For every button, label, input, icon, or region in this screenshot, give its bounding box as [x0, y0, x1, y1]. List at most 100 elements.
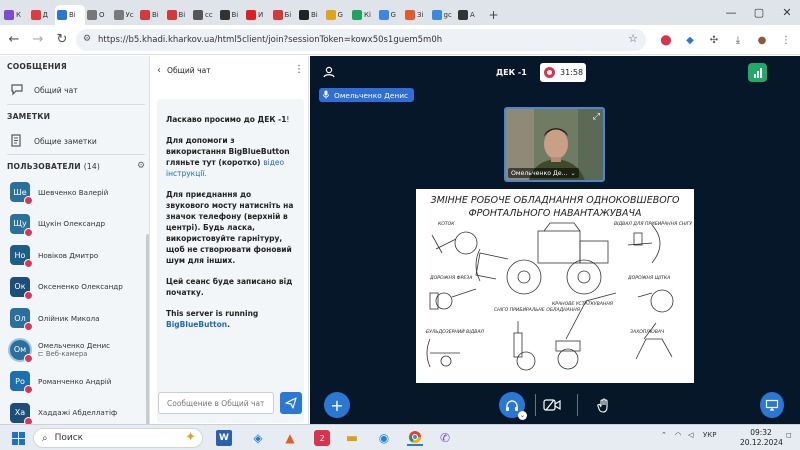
- public-chat-item[interactable]: Общий чат: [10, 83, 78, 97]
- browser-tab[interactable]: Ві: [138, 5, 165, 25]
- slide-label-0: КОТОК: [438, 221, 455, 227]
- share-webcam-button[interactable]: [539, 392, 565, 418]
- user-list-scrollbar[interactable]: [146, 234, 149, 450]
- taskbar-search[interactable]: ⌕ Поиск ✦: [33, 428, 203, 448]
- tab-list: К Д Ві О Ус Ві Ві сс Ві И Бі Ві G Кі G Зі gc А: [2, 1, 483, 25]
- chrome-browser-icon[interactable]: [407, 430, 423, 446]
- user-name: Новіков Дмитро: [38, 250, 99, 260]
- back-arrow-icon[interactable]: ←: [4, 30, 24, 50]
- user-list-item[interactable]: Ом Омельченко Денис ⊏ Веб-камера: [10, 335, 110, 365]
- close-window-button[interactable]: ✕: [774, 0, 800, 25]
- send-message-button[interactable]: [280, 392, 302, 414]
- address-bar[interactable]: ⚙ https://b5.khadi.kharkov.ua/html5clien…: [76, 29, 646, 51]
- browser-tab[interactable]: сс: [191, 5, 218, 25]
- presentation-icon: [765, 399, 779, 411]
- bigbluebutton-link[interactable]: BigBlueButton: [166, 320, 227, 329]
- user-list-item[interactable]: Но Новіков Дмитро: [10, 240, 98, 270]
- browser-tab[interactable]: А: [456, 5, 483, 25]
- wifi-icon[interactable]: ◠: [675, 431, 681, 439]
- chat-message-input[interactable]: [167, 398, 273, 408]
- raise-hand-button[interactable]: [591, 392, 617, 418]
- new-tab-button[interactable]: +: [487, 8, 501, 22]
- chat-header[interactable]: ‹ Общий чат: [157, 65, 211, 76]
- language-indicator[interactable]: УКР: [703, 431, 716, 439]
- muted-mic-badge-icon: [24, 322, 33, 331]
- muted-mic-badge-icon: [24, 227, 33, 237]
- user-list-item[interactable]: Ро Романченко Андрій: [10, 366, 111, 396]
- chat-options-icon[interactable]: ⋮: [294, 64, 304, 75]
- windows-start-icon[interactable]: [10, 430, 26, 446]
- tab-label: Кі: [364, 10, 371, 19]
- url-text: https://b5.khadi.kharkov.ua/html5client/…: [98, 35, 443, 45]
- maximize-button[interactable]: ▢: [746, 0, 772, 25]
- viber-app-icon[interactable]: ✆: [437, 430, 453, 446]
- browser-tab[interactable]: Зі: [403, 5, 430, 25]
- browser-tab[interactable]: О: [85, 5, 112, 25]
- download-icon[interactable]: ⤓: [731, 33, 745, 47]
- webcam-off-icon: [543, 399, 561, 411]
- user-name: Олійник Микола: [38, 313, 100, 323]
- browser-tab[interactable]: Ус: [112, 5, 139, 25]
- user-list-item[interactable]: Ше Шевченко Валерій: [10, 177, 108, 207]
- presentation-slide[interactable]: ЗМІННЕ РОБОЧЕ ОБЛАДНАННЯ ОДНОКОВШЕВОГО Ф…: [416, 189, 694, 383]
- browser-tab[interactable]: gc: [430, 5, 457, 25]
- fullscreen-icon[interactable]: ⤢: [593, 112, 600, 122]
- volume-icon[interactable]: ◁: [688, 431, 693, 439]
- presentation-toggle-button[interactable]: [760, 392, 784, 418]
- matlab-app-icon[interactable]: ▲: [282, 430, 298, 446]
- extension-bar: ⬤ ◆ ✣ ⤓ ● ⋮: [654, 31, 798, 49]
- tab-favicon-icon: [87, 9, 97, 20]
- system-clock[interactable]: 09:32 20.12.2024: [740, 428, 783, 448]
- server-message: This server is running BigBlueButton.: [166, 309, 259, 329]
- slide-label-2: ДОРОЖНЯ ФРЕЗА: [429, 275, 472, 281]
- browser-tab[interactable]: И: [244, 5, 271, 25]
- avatar: Щу: [10, 213, 33, 237]
- avatar: Ом: [10, 339, 33, 363]
- user-list-toggle-icon[interactable]: [322, 66, 336, 81]
- connection-status-icon[interactable]: [748, 63, 767, 82]
- browser-tab[interactable]: Ві: [297, 5, 324, 25]
- minimize-button[interactable]: —: [718, 0, 744, 25]
- app-notification-icon[interactable]: 2: [314, 430, 330, 446]
- user-list-item[interactable]: Щу Щукін Олександр: [10, 209, 105, 239]
- word-app-icon[interactable]: W: [216, 430, 232, 446]
- browser-tab[interactable]: Ві: [165, 5, 192, 25]
- extension-icon-blue[interactable]: ◆: [683, 33, 697, 47]
- user-list-item[interactable]: Ок Оксененко Олександр: [10, 272, 123, 302]
- shared-notes-item[interactable]: Общие заметки: [10, 134, 97, 148]
- talking-indicator[interactable]: Омельченко Денис: [319, 88, 415, 102]
- chevron-left-icon[interactable]: ‹: [157, 65, 161, 76]
- browser-menu-icon[interactable]: ⋮: [779, 33, 793, 47]
- profile-avatar[interactable]: ●: [755, 33, 769, 47]
- file-explorer-icon[interactable]: ▬: [344, 430, 360, 446]
- tray-chevron-icon[interactable]: ⌃: [661, 431, 667, 439]
- extension-icon-red[interactable]: ⬤: [659, 33, 673, 47]
- site-info-icon[interactable]: ⚙: [83, 34, 95, 46]
- reload-icon[interactable]: ↻: [52, 30, 72, 50]
- user-list-item[interactable]: Ол Олійник Микола: [10, 303, 100, 333]
- browser-tab[interactable]: Кі: [350, 5, 377, 25]
- recording-indicator[interactable]: 31:58: [540, 63, 586, 82]
- browser-tab[interactable]: Ві: [218, 5, 245, 25]
- users-settings-gear-icon[interactable]: ⚙: [137, 161, 145, 171]
- chat-input-field[interactable]: [158, 392, 274, 414]
- forward-arrow-icon[interactable]: →: [28, 30, 48, 50]
- edge-browser-icon[interactable]: ◉: [376, 430, 392, 446]
- actions-plus-button[interactable]: +: [324, 392, 350, 418]
- notification-bell-icon[interactable]: ◻: [786, 431, 792, 439]
- audio-options-caret[interactable]: ⌄: [518, 411, 527, 420]
- app-icon-pinned[interactable]: ◈: [250, 430, 266, 446]
- slide-label-4: КРАНОВЕ УСТАТКУВАННЯ: [552, 301, 614, 307]
- webcam-video[interactable]: ⤢ Омельченко Де... ⌄: [504, 107, 605, 182]
- browser-tab[interactable]: Ві: [55, 4, 85, 25]
- browser-tab[interactable]: G: [377, 5, 404, 25]
- extensions-puzzle-icon[interactable]: ✣: [707, 33, 721, 47]
- browser-tab[interactable]: Бі: [271, 5, 298, 25]
- browser-tab[interactable]: К: [2, 5, 29, 25]
- browser-tab[interactable]: G: [324, 5, 351, 25]
- user-list-item[interactable]: Ха Хаддажі Абделлатіф: [10, 398, 117, 428]
- browser-tab[interactable]: Д: [29, 5, 56, 25]
- join-audio-button[interactable]: ⌄: [499, 392, 527, 420]
- bookmark-star-icon[interactable]: ☆: [628, 32, 638, 45]
- tab-label: А: [470, 10, 475, 19]
